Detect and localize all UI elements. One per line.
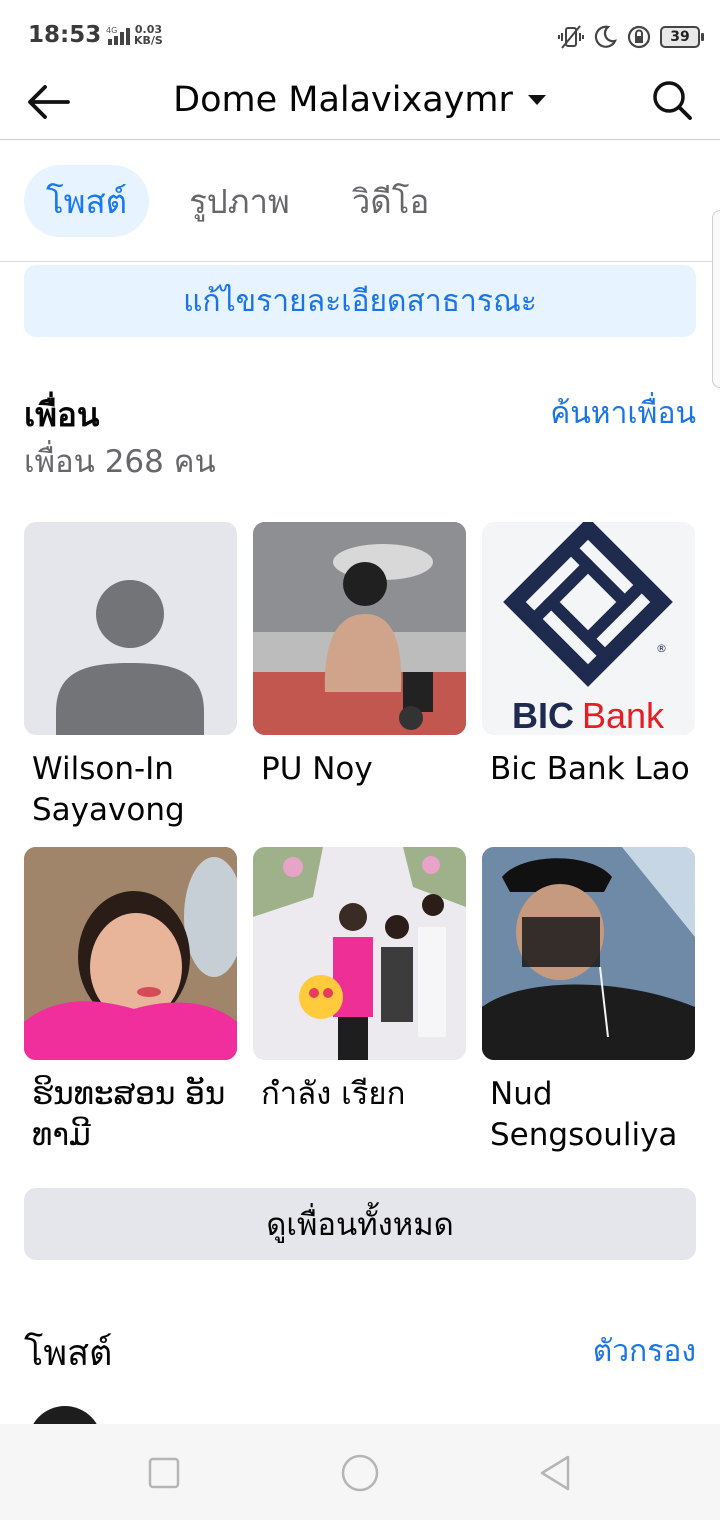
bank-logo-text: Bank — [582, 695, 665, 735]
friend-photo-image — [482, 847, 695, 1060]
tab-photos[interactable]: รูปภาพ — [167, 165, 312, 237]
friends-section-title: เพื่อน — [24, 395, 100, 434]
friend-card[interactable]: PU Noy — [253, 522, 466, 790]
friend-name[interactable]: ຮິນທະສອນ ອັນທາມີ — [24, 1074, 237, 1156]
network-type: 4G — [106, 26, 117, 35]
page-title: Dome Malavixaymr — [173, 80, 513, 120]
friend-photo[interactable] — [253, 847, 466, 1060]
friend-photo[interactable] — [482, 847, 695, 1060]
friend-name[interactable]: Nud Sengsouliya — [482, 1074, 695, 1156]
app-header: Dome Malavixaymr — [0, 72, 720, 140]
friend-photo-image — [253, 847, 466, 1060]
tab-posts[interactable]: โพสต์ — [24, 165, 150, 237]
friend-name[interactable]: Wilson-In Sayavong — [24, 749, 237, 831]
signal-icon: 4G — [106, 26, 130, 45]
moon-icon — [594, 25, 617, 48]
friend-photo-image — [24, 847, 237, 1060]
divider — [0, 261, 712, 262]
network-speed: 0.03 KB/S — [134, 24, 163, 46]
status-time: 18:53 — [28, 22, 102, 48]
status-bar: 18:53 4G 0.03 KB/S 39 — [0, 0, 720, 72]
friend-photo[interactable] — [24, 847, 237, 1060]
network-speed-unit: KB/S — [134, 34, 163, 47]
caret-down-icon — [527, 95, 546, 105]
search-icon — [653, 81, 692, 120]
friend-card[interactable]: Nud Sengsouliya — [482, 847, 695, 1156]
triangle-back-icon — [540, 1455, 570, 1491]
friend-name[interactable]: กำลัง เรียก — [253, 1074, 466, 1115]
see-all-friends-button[interactable]: ดูเพื่อนทั้งหมด — [24, 1188, 696, 1260]
system-nav-bar — [0, 1424, 720, 1520]
friend-name[interactable]: Bic Bank Lao — [482, 749, 695, 790]
friend-photo[interactable] — [253, 522, 466, 735]
bic-logo-text: BIC — [512, 695, 574, 735]
filter-link[interactable]: ตัวกรอง — [593, 1328, 696, 1375]
friend-photo[interactable]: ® BIC Bank — [482, 522, 695, 735]
tab-videos[interactable]: วิดีโอ — [330, 165, 452, 237]
default-person-icon — [56, 580, 204, 735]
circle-icon — [341, 1454, 379, 1492]
profile-name-dropdown[interactable]: Dome Malavixaymr — [0, 76, 720, 124]
friend-avatar-default[interactable] — [24, 522, 237, 735]
search-button[interactable] — [646, 74, 698, 126]
bic-bank-logo: ® BIC Bank — [503, 522, 673, 735]
friend-card[interactable]: กำลัง เรียก — [253, 847, 466, 1115]
edit-public-details-button[interactable]: แก้ไขรายละเอียดสาธารณะ — [24, 265, 696, 337]
profile-tabs: โพสต์ รูปภาพ วิดีโอ — [24, 165, 451, 237]
scroll-indicator[interactable] — [712, 210, 720, 388]
recents-button[interactable] — [139, 1448, 189, 1498]
friend-card[interactable]: ຮິນທະສອນ ອັນທາມີ — [24, 847, 237, 1156]
rotation-lock-icon — [627, 25, 651, 49]
find-friends-link[interactable]: ค้นหาเพื่อน — [550, 390, 696, 437]
posts-section-title: โพสต์ — [24, 1333, 113, 1374]
friend-card[interactable]: ® BIC Bank Bic Bank Lao — [482, 522, 695, 790]
registered-mark: ® — [656, 642, 667, 655]
friend-name[interactable]: PU Noy — [253, 749, 466, 790]
back-nav-button[interactable] — [530, 1448, 580, 1498]
battery-icon: 39 — [660, 26, 704, 48]
friends-count: เพื่อน 268 คน — [24, 444, 216, 480]
home-button[interactable] — [335, 1448, 385, 1498]
status-icons: 39 — [558, 22, 704, 52]
square-icon — [148, 1457, 180, 1489]
friend-photo-image — [253, 522, 466, 735]
friend-card[interactable]: Wilson-In Sayavong — [24, 522, 237, 831]
vibrate-icon — [558, 25, 584, 49]
